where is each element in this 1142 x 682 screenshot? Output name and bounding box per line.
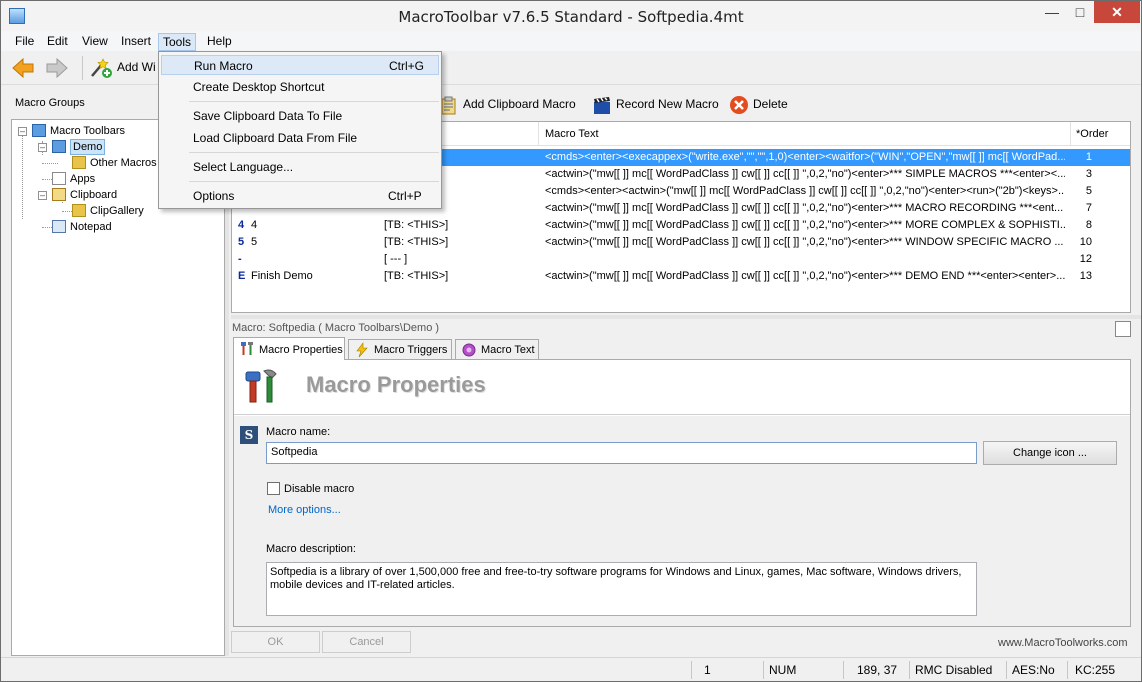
more-options-link[interactable]: More options... bbox=[268, 504, 341, 516]
macro-glyph-icon: - bbox=[238, 253, 242, 265]
tab-macro-text[interactable]: Macro Text bbox=[455, 339, 539, 359]
menu-view[interactable]: View bbox=[78, 33, 112, 51]
window-title: MacroToolbar v7.6.5 Standard - Softpedia… bbox=[398, 8, 744, 26]
menu-edit[interactable]: Edit bbox=[43, 33, 72, 51]
status-num: NUM bbox=[769, 663, 797, 677]
status-coords: 189, 37 bbox=[857, 663, 898, 677]
macro-glyph-icon: E bbox=[238, 270, 246, 282]
ok-button[interactable]: OK bbox=[231, 631, 320, 653]
tab-macro-properties[interactable]: Macro Properties bbox=[233, 337, 345, 360]
column-divider[interactable] bbox=[538, 122, 539, 146]
status-aes: AES:No bbox=[1012, 663, 1055, 677]
title-bar: MacroToolbar v7.6.5 Standard - Softpedia… bbox=[1, 1, 1141, 31]
status-bar: 1 NUM 189, 37 RMC Disabled AES:No KC:255 bbox=[1, 657, 1141, 681]
menu-item-save-clipboard-data[interactable]: Save Clipboard Data To File bbox=[161, 106, 439, 126]
macro-glyph-icon: 5 bbox=[238, 236, 245, 248]
status-kc: KC:255 bbox=[1075, 663, 1116, 677]
macrotoolworks-link[interactable]: www.MacroToolworks.com bbox=[998, 637, 1128, 649]
menu-help[interactable]: Help bbox=[203, 33, 236, 51]
add-wizard-label: Add Wi bbox=[117, 60, 156, 74]
status-rmc: RMC Disabled bbox=[915, 663, 993, 677]
column-header-order[interactable]: *Order bbox=[1076, 128, 1108, 140]
lightning-icon bbox=[356, 342, 368, 358]
toolbar-separator bbox=[82, 56, 83, 80]
status-divider bbox=[691, 661, 692, 679]
folder-icon bbox=[72, 156, 86, 169]
macro-glyph-icon[interactable]: S bbox=[240, 426, 258, 444]
status-divider bbox=[1067, 661, 1068, 679]
menu-insert[interactable]: Insert bbox=[117, 33, 155, 51]
change-icon-button[interactable]: Change icon ... bbox=[983, 441, 1117, 465]
macro-glyph-icon: 4 bbox=[238, 219, 245, 231]
menu-separator bbox=[189, 152, 439, 153]
properties-form: S Macro name: Softpedia Change icon ... … bbox=[234, 416, 1130, 626]
clipboard-add-icon bbox=[441, 96, 456, 115]
macro-name-label: Macro name: bbox=[266, 426, 331, 438]
column-divider[interactable] bbox=[1070, 122, 1071, 146]
tools-menu-dropdown: Run Macro Ctrl+G Create Desktop Shortcut… bbox=[158, 51, 442, 209]
delete-icon bbox=[730, 96, 748, 114]
status-count: 1 bbox=[704, 663, 711, 677]
magic-wand-add-icon bbox=[91, 58, 112, 78]
macro-row[interactable]: - [ --- ] 12 bbox=[232, 251, 1130, 268]
status-divider bbox=[909, 661, 910, 679]
menu-separator bbox=[189, 181, 439, 182]
tab-macro-triggers[interactable]: Macro Triggers bbox=[348, 339, 452, 359]
horizontal-splitter[interactable] bbox=[231, 315, 1141, 319]
toolbar-group-icon bbox=[52, 140, 66, 153]
menu-bar: File Edit View Insert Tools Help bbox=[1, 31, 1141, 51]
menu-item-select-language[interactable]: Select Language... bbox=[161, 157, 439, 177]
close-button[interactable]: ✕ bbox=[1094, 1, 1140, 23]
macro-properties-title: Macro Properties bbox=[306, 372, 486, 397]
detach-panel-icon[interactable] bbox=[1115, 321, 1131, 337]
column-header-macro-text[interactable]: Macro Text bbox=[545, 128, 599, 140]
macro-row[interactable]: 55 [TB: <THIS>] <actwin>("mw[[ ]] mc[[ W… bbox=[232, 234, 1130, 251]
status-divider bbox=[763, 661, 764, 679]
menu-item-load-clipboard-data[interactable]: Load Clipboard Data From File bbox=[161, 128, 439, 148]
macro-description-label: Macro description: bbox=[266, 543, 356, 555]
dialog-buttons: OK Cancel bbox=[231, 631, 1131, 653]
app-window: MacroToolbar v7.6.5 Standard - Softpedia… bbox=[0, 0, 1142, 682]
tree-line bbox=[42, 163, 58, 164]
menu-separator bbox=[189, 101, 439, 102]
tree-collapse-toggle[interactable]: – bbox=[38, 143, 47, 152]
tools-icon bbox=[241, 342, 253, 355]
menu-item-create-desktop-shortcut[interactable]: Create Desktop Shortcut bbox=[161, 77, 439, 97]
menu-item-run-macro[interactable]: Run Macro Ctrl+G bbox=[161, 55, 439, 75]
divider bbox=[234, 414, 1130, 415]
apps-icon bbox=[52, 172, 66, 185]
tree-collapse-toggle[interactable]: – bbox=[18, 127, 27, 136]
maximize-button[interactable]: □ bbox=[1063, 1, 1097, 23]
macro-properties-panel: Macro Properties S Macro name: Softpedia… bbox=[233, 359, 1131, 627]
menu-tools[interactable]: Tools bbox=[158, 33, 197, 51]
macro-detail-caption: Macro: Softpedia ( Macro Toolbars\Demo ) bbox=[232, 322, 440, 334]
tools-icon bbox=[245, 369, 277, 403]
menu-file[interactable]: File bbox=[11, 33, 38, 51]
disable-macro-label: Disable macro bbox=[284, 483, 355, 495]
puzzle-icon bbox=[462, 343, 476, 357]
tree-line bbox=[22, 133, 23, 219]
disable-macro-checkbox[interactable] bbox=[267, 482, 280, 495]
folder-icon bbox=[72, 204, 86, 217]
tree-collapse-toggle[interactable]: – bbox=[38, 191, 47, 200]
back-arrow-icon[interactable] bbox=[11, 57, 35, 79]
film-clapper-icon bbox=[594, 97, 610, 114]
macro-name-input[interactable]: Softpedia bbox=[266, 442, 977, 464]
cancel-button[interactable]: Cancel bbox=[322, 631, 411, 653]
menu-item-options[interactable]: Options Ctrl+P bbox=[161, 186, 439, 206]
macro-row[interactable]: E Finish Demo [TB: <THIS>] <actwin>("mw[[… bbox=[232, 268, 1130, 285]
status-divider bbox=[843, 661, 844, 679]
notepad-icon bbox=[52, 220, 66, 233]
clipboard-icon bbox=[52, 188, 66, 201]
macro-description-textarea[interactable]: Softpedia is a library of over 1,500,000… bbox=[266, 562, 977, 616]
toolbar-group-icon bbox=[32, 124, 46, 137]
forward-arrow-icon[interactable] bbox=[45, 57, 69, 79]
status-divider bbox=[1006, 661, 1007, 679]
macro-row[interactable]: 44 [TB: <THIS>] <actwin>("mw[[ ]] mc[[ W… bbox=[232, 217, 1130, 234]
